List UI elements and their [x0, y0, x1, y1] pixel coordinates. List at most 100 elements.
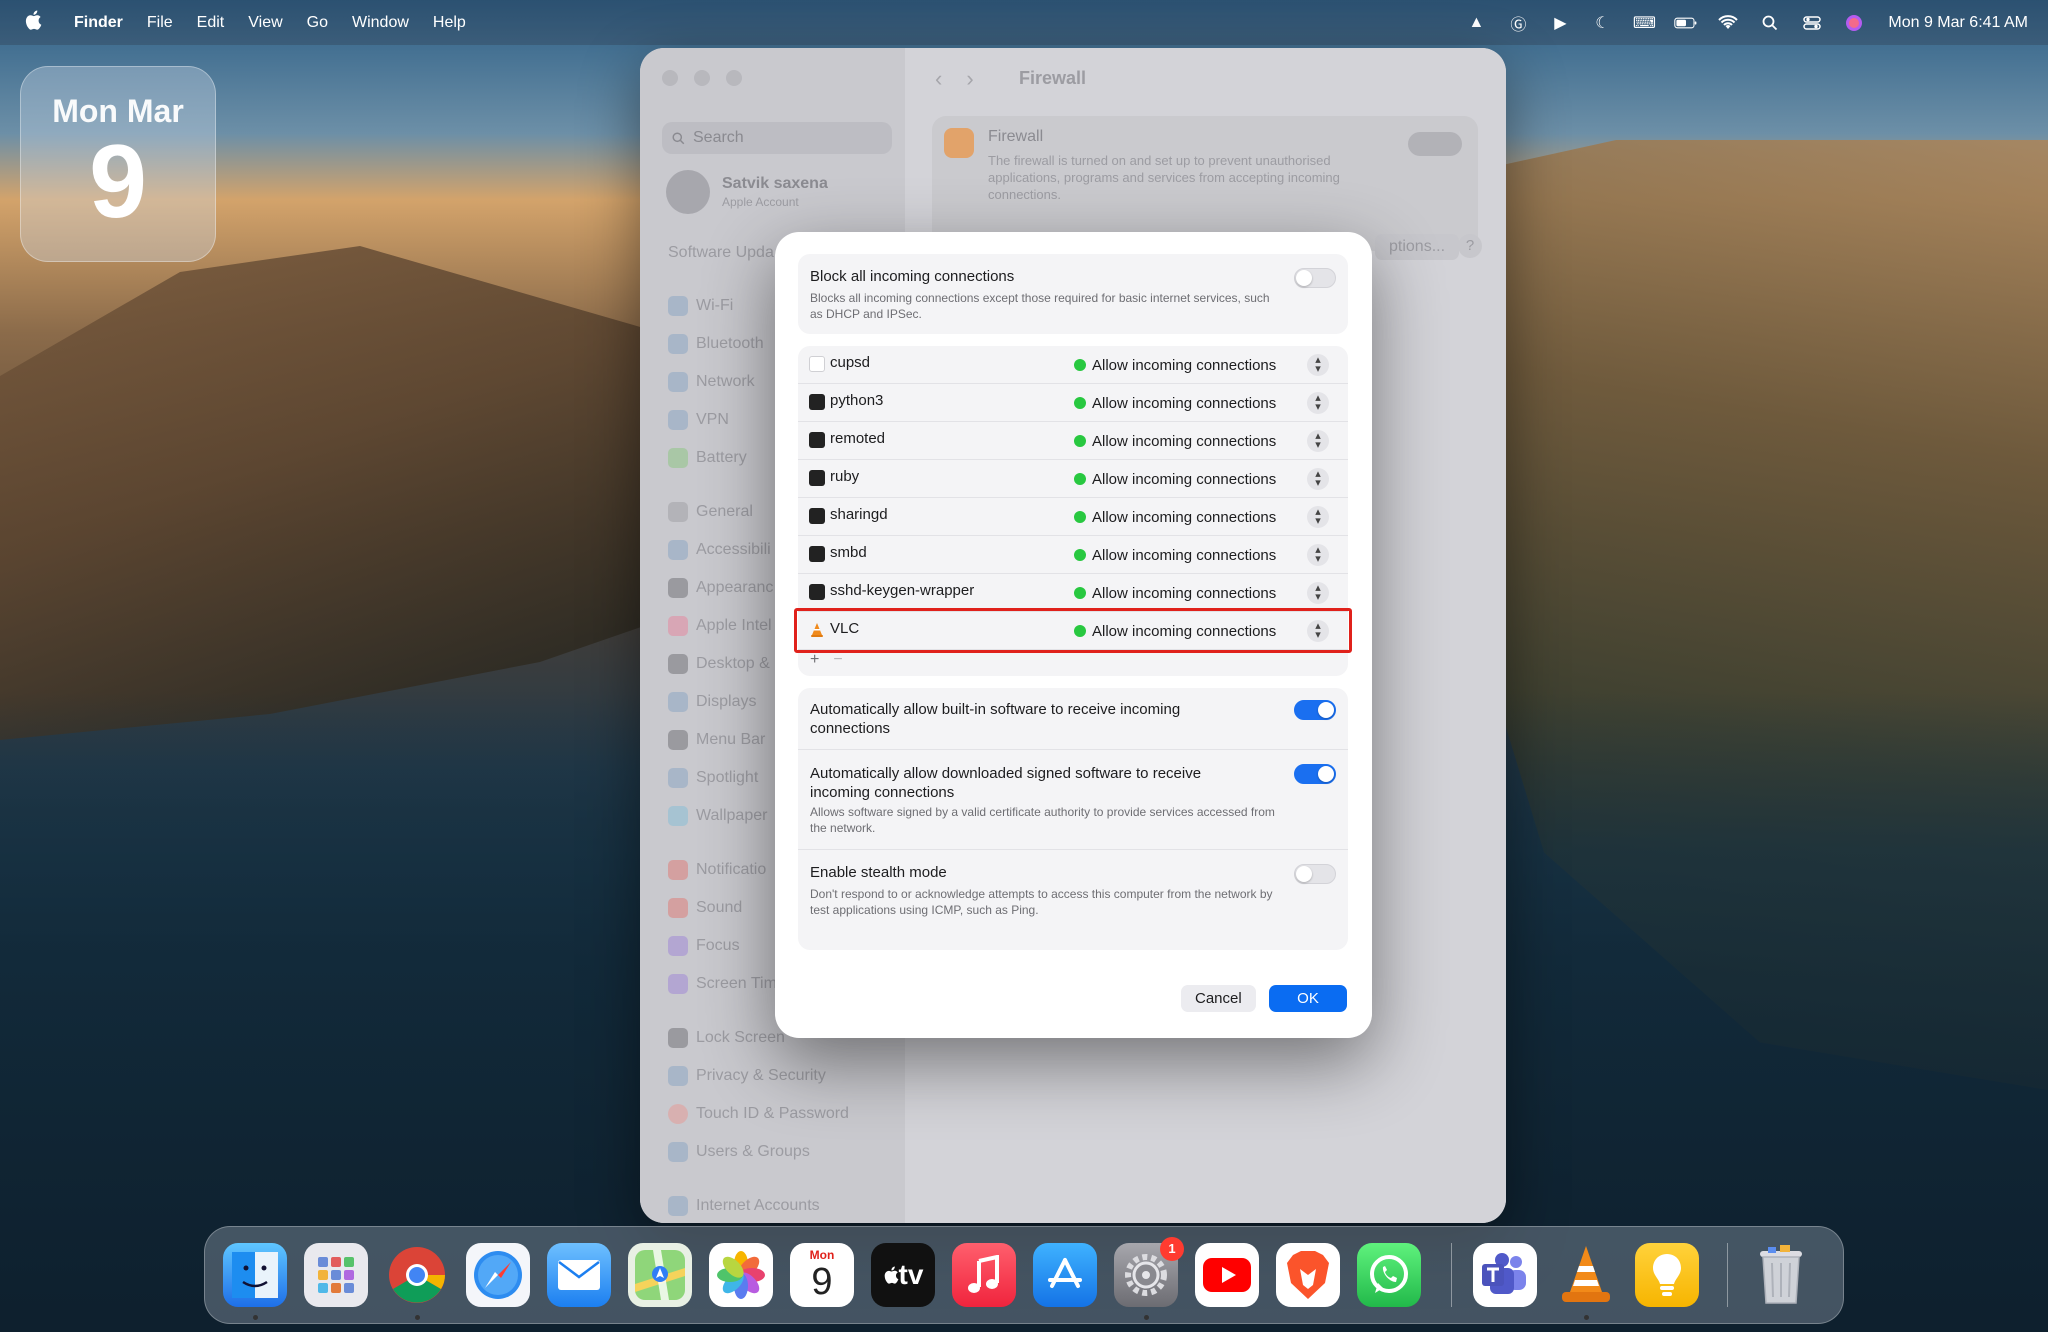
sidebar-item-displays[interactable]: Displays	[668, 692, 756, 712]
ok-button[interactable]: OK	[1269, 985, 1347, 1012]
battery-icon[interactable]	[1674, 11, 1698, 35]
dock-maps[interactable]	[628, 1243, 692, 1307]
sidebar-item-battery[interactable]: Battery	[668, 448, 747, 468]
sidebar-item-spotlight[interactable]: Spotlight	[668, 768, 758, 788]
sidebar-item-general[interactable]: General	[668, 502, 753, 522]
green-status-dot	[1074, 587, 1086, 599]
calendar-day: 9	[811, 1261, 833, 1303]
sidebar-item-wallpaper[interactable]: Wallpaper	[668, 806, 767, 826]
sidebar-item-bluetooth[interactable]: Bluetooth	[668, 334, 764, 354]
stealth-mode-toggle[interactable]	[1294, 864, 1336, 884]
dock-tips[interactable]	[1635, 1243, 1699, 1307]
apple-account-item[interactable]: Satvik saxena Apple Account	[666, 170, 828, 214]
sidebar-item-privacy-security[interactable]: Privacy & Security	[668, 1066, 826, 1086]
vlc-icon[interactable]: ▲	[1464, 11, 1488, 35]
chevron-up-down-icon[interactable]: ▴ ▾	[1307, 544, 1329, 566]
dock-separator	[1727, 1243, 1728, 1307]
app-row-cupsd[interactable]: cupsd Allow incoming connections ▴ ▾	[798, 346, 1348, 384]
dock-brave[interactable]	[1276, 1243, 1340, 1307]
menu-window[interactable]: Window	[352, 14, 409, 32]
menu-help[interactable]: Help	[433, 14, 466, 32]
chevron-up-down-icon[interactable]: ▴ ▾	[1307, 392, 1329, 414]
app-row-sshd-keygen-wrapper[interactable]: sshd-keygen-wrapper Allow incoming conne…	[798, 574, 1348, 612]
menu-edit[interactable]: Edit	[197, 14, 225, 32]
dock-vlc[interactable]	[1554, 1243, 1618, 1307]
chevron-up-down-icon[interactable]: ▴ ▾	[1307, 468, 1329, 490]
photos-flower-icon	[717, 1251, 765, 1299]
sidebar-item-internet-accounts[interactable]: Internet Accounts	[668, 1196, 820, 1216]
auto-signed-toggle[interactable]	[1294, 764, 1336, 784]
options-button[interactable]: ptions...	[1375, 234, 1460, 260]
zoom-window-button[interactable]	[726, 70, 742, 86]
menu-view[interactable]: View	[248, 14, 282, 32]
dock-chrome[interactable]	[385, 1243, 449, 1307]
sidebar-item-touch-id[interactable]: Touch ID & Password	[668, 1104, 849, 1124]
dock-music[interactable]	[952, 1243, 1016, 1307]
dock-system-settings[interactable]: 1	[1114, 1237, 1184, 1307]
keyboard-icon[interactable]: ⌨	[1632, 11, 1656, 35]
menu-finder[interactable]: Finder	[74, 14, 123, 32]
sidebar-item-network[interactable]: Network	[668, 372, 755, 392]
apple-icon[interactable]	[24, 10, 44, 36]
date-widget[interactable]: Mon Mar 9	[20, 66, 216, 262]
chevron-up-down-icon[interactable]: ▴ ▾	[1307, 506, 1329, 528]
dock-launchpad[interactable]	[304, 1243, 368, 1307]
running-indicator	[415, 1315, 420, 1320]
dock-app-store[interactable]	[1033, 1243, 1097, 1307]
sidebar-item-desktop-dock[interactable]: Desktop &	[668, 654, 770, 674]
dock-calendar[interactable]: Mon 9	[790, 1243, 854, 1307]
sidebar-item-apple-intelligence[interactable]: Apple Intel	[668, 616, 772, 636]
settings-search-input[interactable]: Search	[662, 122, 892, 154]
dock-safari[interactable]	[466, 1243, 530, 1307]
remove-app-button[interactable]: −	[833, 651, 842, 669]
chevron-up-down-icon[interactable]: ▴ ▾	[1307, 354, 1329, 376]
help-button[interactable]: ?	[1458, 234, 1482, 258]
search-icon[interactable]	[1758, 11, 1782, 35]
play-circle-icon[interactable]: ▶	[1548, 11, 1572, 35]
minimize-window-button[interactable]	[694, 70, 710, 86]
chevron-up-down-icon[interactable]: ▴ ▾	[1307, 582, 1329, 604]
app-row-smbd[interactable]: smbd Allow incoming connections ▴ ▾	[798, 536, 1348, 574]
sidebar-item-accessibility[interactable]: Accessibili	[668, 540, 771, 560]
menu-go[interactable]: Go	[307, 14, 328, 32]
block-all-toggle[interactable]	[1294, 268, 1336, 288]
siri-icon[interactable]	[1842, 11, 1866, 35]
dock-photos[interactable]	[709, 1243, 773, 1307]
sidebar-item-lock-screen[interactable]: Lock Screen	[668, 1028, 785, 1048]
wifi-icon[interactable]	[1716, 11, 1740, 35]
grammarly-icon[interactable]: Ⓖ	[1506, 11, 1530, 35]
dock-finder[interactable]	[223, 1243, 287, 1307]
sidebar-item-users-groups[interactable]: Users & Groups	[668, 1142, 810, 1162]
dock-trash[interactable]	[1749, 1243, 1813, 1307]
dock-apple-tv[interactable]: tv	[871, 1243, 935, 1307]
control-center-icon[interactable]	[1800, 11, 1824, 35]
sidebar-item-software-update[interactable]: Software Upda	[668, 244, 774, 262]
sidebar-item-sound[interactable]: Sound	[668, 898, 742, 918]
sidebar-item-menu-bar[interactable]: Menu Bar	[668, 730, 765, 750]
dock-mail[interactable]	[547, 1243, 611, 1307]
back-chevron-icon[interactable]: ‹	[935, 66, 942, 92]
firewall-toggle[interactable]	[1408, 132, 1462, 156]
add-app-button[interactable]: +	[810, 651, 819, 669]
sidebar-item-focus[interactable]: Focus	[668, 936, 740, 956]
sidebar-item-notifications[interactable]: Notificatio	[668, 860, 766, 880]
app-row-python3[interactable]: python3 Allow incoming connections ▴ ▾	[798, 384, 1348, 422]
menu-file[interactable]: File	[147, 14, 173, 32]
sidebar-item-screen-time[interactable]: Screen Tim	[668, 974, 777, 994]
close-window-button[interactable]	[662, 70, 678, 86]
dock-whatsapp[interactable]	[1357, 1243, 1421, 1307]
dock-teams[interactable]	[1473, 1243, 1537, 1307]
app-row-sharingd[interactable]: sharingd Allow incoming connections ▴ ▾	[798, 498, 1348, 536]
menubar-clock[interactable]: Mon 9 Mar 6:41 AM	[1888, 14, 2028, 32]
dock-youtube[interactable]	[1195, 1243, 1259, 1307]
sidebar-item-wifi[interactable]: Wi-Fi	[668, 296, 733, 316]
app-row-remoted[interactable]: remoted Allow incoming connections ▴ ▾	[798, 422, 1348, 460]
cancel-button[interactable]: Cancel	[1181, 985, 1256, 1012]
moon-icon[interactable]: ☾	[1590, 11, 1614, 35]
auto-builtin-toggle[interactable]	[1294, 700, 1336, 720]
app-row-ruby[interactable]: ruby Allow incoming connections ▴ ▾	[798, 460, 1348, 498]
sidebar-item-vpn[interactable]: VPN	[668, 410, 729, 430]
forward-chevron-icon[interactable]: ›	[966, 66, 973, 92]
chevron-up-down-icon[interactable]: ▴ ▾	[1307, 430, 1329, 452]
sidebar-item-appearance[interactable]: Appearanc	[668, 578, 773, 598]
